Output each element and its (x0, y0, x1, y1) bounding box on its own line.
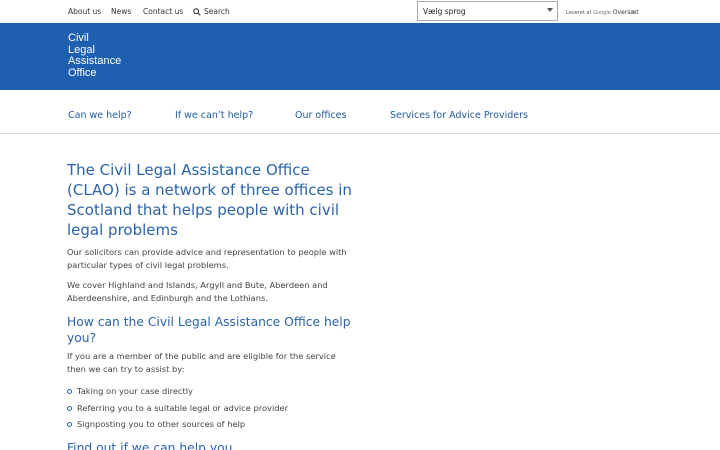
translate-link[interactable]: Oversæt (613, 9, 639, 16)
powered-by-label: Leveret af (566, 9, 592, 16)
eligibility-paragraph: If you are a member of the public and ar… (67, 351, 336, 374)
list-item: Signposting you to other sources of help (67, 416, 367, 433)
chevron-down-icon (547, 8, 553, 12)
about-us-link[interactable]: About us (68, 7, 101, 16)
find-out-heading: Find out if we can help you (67, 440, 233, 450)
utility-bar: About us News Contact us Search Vælg spr… (0, 0, 720, 23)
nav-services-for-advice-providers[interactable]: Services for Advice Providers (390, 110, 528, 121)
main-navigation: Can we help? If we can’t help? Our offic… (0, 90, 720, 134)
page-title: The Civil Legal Assistance Office (CLAO)… (67, 161, 352, 239)
logo-line-assistance[interactable]: Assistance (68, 56, 121, 67)
main-content: The Civil Legal Assistance Office (CLAO)… (67, 160, 367, 450)
contact-us-link[interactable]: Contact us (143, 7, 183, 16)
site-header: Civil Legal Assistance Office (0, 23, 720, 90)
logo-line-civil[interactable]: Civil (68, 33, 89, 44)
language-select-value: Vælg sprog (423, 7, 466, 16)
intro-paragraph-2: We cover Highland and Islands, Argyll an… (67, 280, 328, 303)
assist-list: Taking on your case directly Referring y… (67, 383, 367, 433)
list-item: Referring you to a suitable legal or adv… (67, 400, 367, 417)
logo-line-legal[interactable]: Legal (68, 45, 95, 56)
powered-by-google-translate: Leveret af Google Oversæt (566, 9, 639, 16)
search-icon (193, 7, 201, 16)
intro-paragraph-1: Our solicitors can provide advice and re… (67, 247, 347, 270)
nav-can-we-help[interactable]: Can we help? (68, 110, 132, 121)
nav-our-offices[interactable]: Our offices (295, 110, 346, 121)
how-can-we-help-heading: How can the Civil Legal Assistance Offic… (67, 315, 351, 345)
search-button[interactable]: Search (193, 7, 230, 16)
logo-line-office[interactable]: Office (68, 68, 97, 79)
list-item: Taking on your case directly (67, 383, 367, 400)
news-link[interactable]: News (111, 7, 131, 16)
search-label: Search (204, 7, 230, 16)
google-logo-icon: Google (593, 9, 611, 16)
nav-if-we-cant-help[interactable]: If we can’t help? (175, 110, 253, 121)
language-select[interactable]: Vælg sprog (417, 1, 558, 21)
